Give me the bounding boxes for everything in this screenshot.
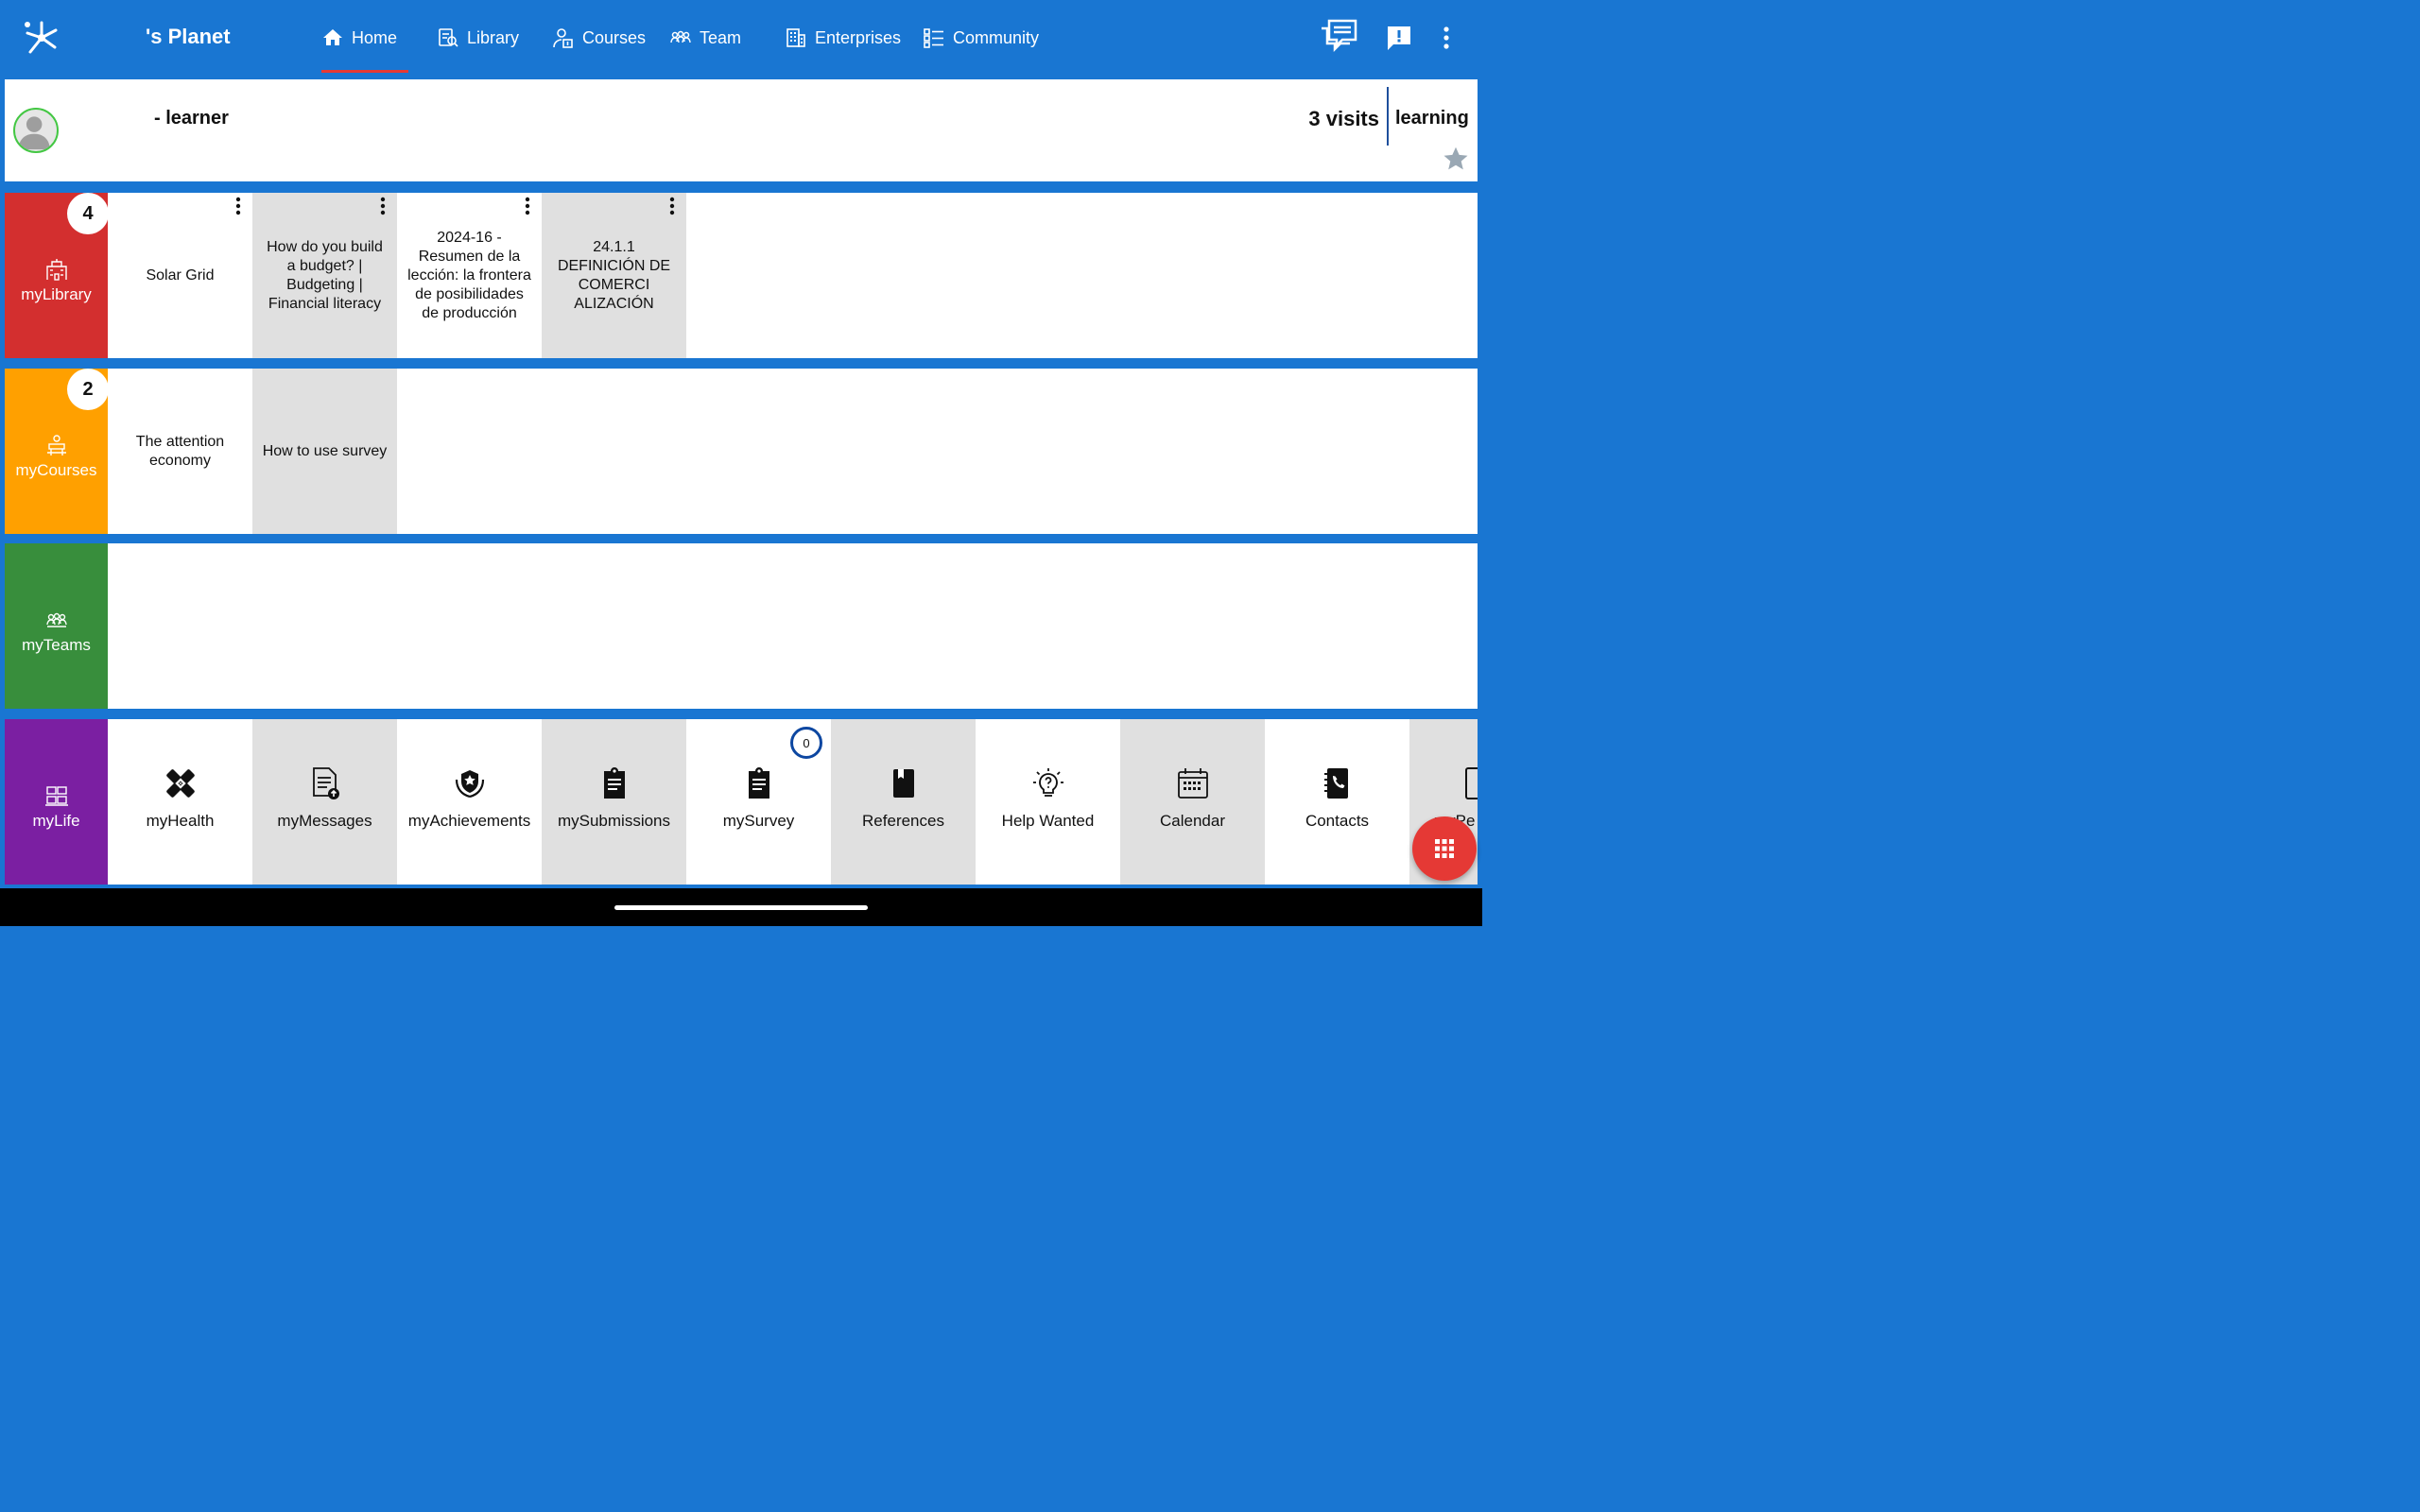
teams-icon — [45, 612, 67, 627]
mylife-row: myLife myHealth myMessages myAchievement… — [5, 719, 1478, 885]
library-item[interactable]: Solar Grid — [108, 193, 252, 358]
active-tab-indicator — [321, 70, 408, 73]
profile-role: learning — [1395, 108, 1469, 129]
myteams-button[interactable]: myTeams — [5, 543, 108, 709]
profile-name: - learner — [154, 108, 229, 129]
library-item-title: How do you build a budget? | Budgeting |… — [267, 238, 383, 312]
help-wanted-tile[interactable]: Help Wanted — [976, 719, 1120, 885]
mylife-button[interactable]: myLife — [5, 719, 108, 885]
course-item[interactable]: The attention economy — [108, 369, 252, 534]
nav-enterprises[interactable]: Enterprises — [785, 21, 901, 55]
survey-clipboard-icon — [748, 767, 769, 799]
contacts-tile[interactable]: Contacts — [1265, 719, 1409, 885]
chat-icon[interactable] — [1318, 17, 1359, 57]
nav-home-label: Home — [352, 27, 398, 47]
planet-title: 's Planet — [146, 25, 231, 48]
contacts-label: Contacts — [1305, 812, 1370, 830]
survey-count-badge: 0 — [790, 727, 822, 759]
achievement-badge-icon — [455, 770, 484, 799]
mymessages-label: myMessages — [277, 812, 372, 830]
myteams-row: myTeams — [5, 543, 1478, 709]
overflow-menu-icon[interactable] — [1439, 26, 1454, 49]
courses-desk-icon — [46, 434, 66, 455]
references-label: References — [862, 812, 944, 830]
references-tile[interactable]: References — [831, 719, 976, 885]
mylife-label: myLife — [32, 811, 80, 830]
personals-icon — [1465, 767, 1478, 799]
course-item-title: How to use survey — [262, 442, 388, 459]
system-navigation-bar — [0, 888, 1482, 926]
courses-count-badge: 2 — [67, 369, 109, 410]
calendar-icon — [1177, 768, 1208, 799]
lightbulb-icon — [1032, 768, 1063, 797]
mysubmissions-label: mySubmissions — [557, 812, 671, 830]
library-item-title: 2024-16 - Resumen de la lección: la fron… — [407, 229, 531, 321]
mysurvey-label: mySurvey — [722, 812, 795, 830]
mysubmissions-tile[interactable]: mySubmissions — [542, 719, 686, 885]
apps-grid-icon — [1435, 839, 1454, 858]
mylibrary-label: myLibrary — [21, 284, 92, 303]
library-icon — [439, 28, 458, 47]
mycourses-row: myCourses 2 The attention economy How to… — [5, 369, 1478, 534]
mysurvey-tile[interactable]: mySurvey 0 — [686, 719, 831, 885]
visit-count: 3 visits — [1308, 107, 1379, 130]
calendar-tile[interactable]: Calendar — [1120, 719, 1265, 885]
more-options-icon[interactable] — [233, 197, 243, 215]
nav-courses-label: Courses — [582, 27, 647, 47]
library-item[interactable]: How do you build a budget? | Budgeting |… — [252, 193, 397, 358]
home-icon — [323, 29, 342, 45]
bandage-icon — [165, 769, 195, 798]
more-options-icon[interactable] — [378, 197, 388, 215]
mycourses-label: myCourses — [15, 460, 97, 479]
course-item[interactable]: How to use survey — [252, 369, 397, 534]
star-icon[interactable] — [1443, 146, 1469, 172]
library-item[interactable]: 24.1.1 DEFINICIÓN DE COMERCI ALIZACIÓN — [542, 193, 686, 358]
top-app-bar: 's Planet Home Library Courses Team Ente… — [0, 0, 1482, 76]
contacts-book-icon — [1323, 768, 1348, 799]
help-wanted-label: Help Wanted — [1001, 812, 1095, 830]
life-icon — [44, 785, 68, 806]
book-icon — [892, 769, 914, 798]
message-document-icon — [312, 767, 339, 799]
myhealth-label: myHealth — [146, 812, 215, 830]
calendar-label: Calendar — [1160, 812, 1225, 830]
mymessages-tile[interactable]: myMessages — [252, 719, 397, 885]
myhealth-tile[interactable]: myHealth — [108, 719, 252, 885]
nav-team[interactable]: Team — [669, 21, 741, 55]
library-item-title: Solar Grid — [146, 266, 215, 284]
avatar[interactable] — [13, 108, 59, 153]
myteams-label: myTeams — [22, 635, 91, 654]
nav-community-label: Community — [953, 27, 1040, 47]
nav-courses[interactable]: Courses — [552, 21, 646, 55]
nav-library-label: Library — [467, 27, 520, 47]
more-options-icon[interactable] — [523, 197, 532, 215]
clipboard-icon — [603, 767, 625, 799]
checklist-icon — [924, 28, 943, 48]
myachievements-label: myAchievements — [407, 812, 531, 830]
planet-logo-icon[interactable] — [21, 17, 62, 59]
nav-team-label: Team — [700, 27, 742, 47]
team-icon — [670, 30, 691, 43]
divider — [1387, 87, 1389, 146]
myachievements-tile[interactable]: myAchievements — [397, 719, 542, 885]
library-count-badge: 4 — [67, 193, 109, 234]
user-icon — [18, 116, 50, 150]
course-item-title: The attention economy — [135, 433, 225, 469]
nav-community[interactable]: Community — [923, 21, 1039, 55]
profile-card: - learner 3 visits learning — [5, 79, 1478, 181]
library-item[interactable]: 2024-16 - Resumen de la lección: la fron… — [397, 193, 542, 358]
library-item-title: 24.1.1 DEFINICIÓN DE COMERCI ALIZACIÓN — [557, 238, 671, 312]
mylibrary-row: myLibrary 4 Solar Grid How do you build … — [5, 193, 1478, 358]
feedback-icon[interactable] — [1386, 25, 1412, 51]
home-gesture-indicator[interactable] — [614, 905, 868, 910]
nav-library[interactable]: Library — [437, 21, 519, 55]
building-icon — [786, 28, 805, 47]
nav-enterprises-label: Enterprises — [815, 27, 902, 47]
library-building-icon — [45, 258, 67, 281]
nav-home[interactable]: Home — [321, 21, 397, 55]
apps-grid-button[interactable] — [1412, 816, 1477, 881]
courses-icon — [553, 28, 573, 48]
more-options-icon[interactable] — [667, 197, 677, 215]
